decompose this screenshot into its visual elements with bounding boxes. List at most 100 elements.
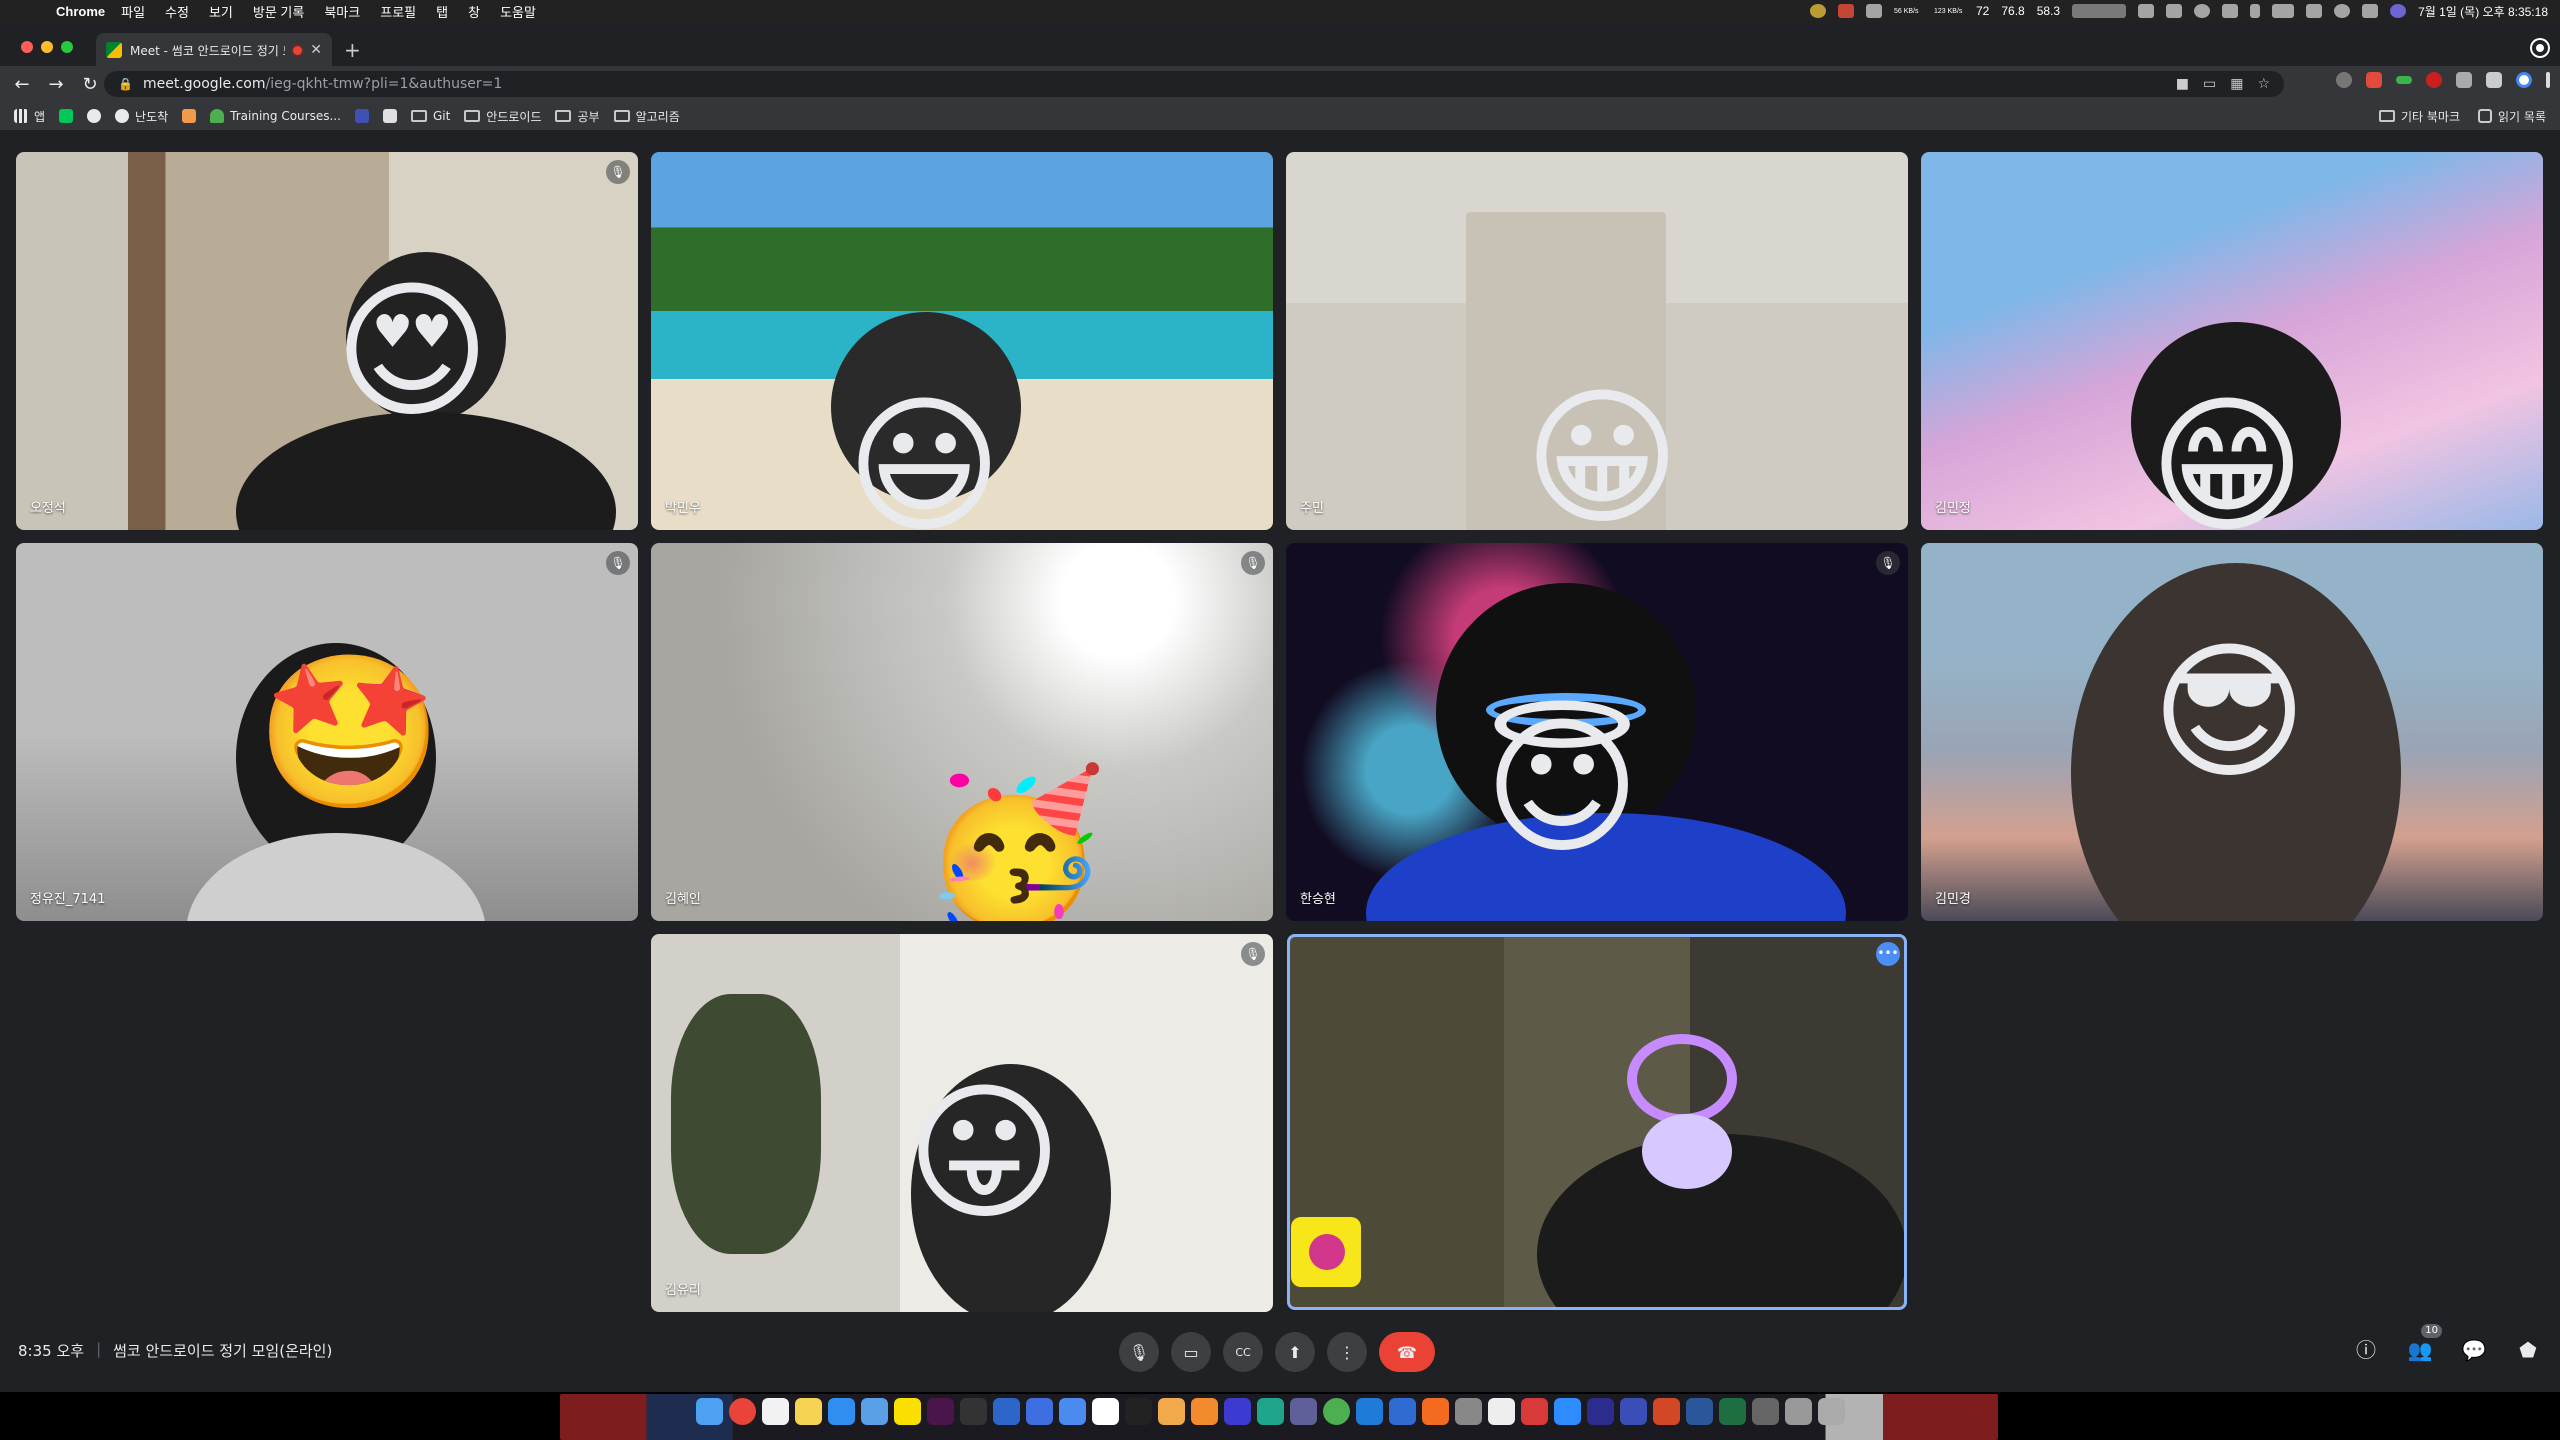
siri-icon[interactable] (2390, 4, 2407, 18)
lock-icon[interactable]: 🔒 (118, 77, 133, 91)
excel-icon[interactable] (1719, 1398, 1746, 1425)
bookmark-folder-git[interactable]: Git (410, 109, 450, 123)
figma-icon[interactable] (1125, 1398, 1152, 1425)
app-icon[interactable] (1620, 1398, 1647, 1425)
chrome-icon[interactable] (729, 1398, 756, 1425)
app-icon[interactable] (1785, 1398, 1812, 1425)
tab-meet[interactable]: Meet - 썸코 안드로이드 정기 모 ✕ (96, 33, 332, 67)
menu-edit[interactable]: 수정 (165, 2, 189, 21)
camera-in-use-icon[interactable]: ■ (2176, 76, 2189, 92)
extension-icon[interactable] (2336, 72, 2352, 88)
other-bookmarks[interactable]: 기타 북마크 (2379, 108, 2460, 125)
present-button[interactable]: ⬆ (1275, 1332, 1315, 1372)
word-icon[interactable] (1686, 1398, 1713, 1425)
app-icon[interactable] (1290, 1398, 1317, 1425)
participant-tile[interactable]: 😍 🎙 오정석 (16, 152, 638, 530)
terminal-icon[interactable] (960, 1398, 987, 1425)
app-store-icon[interactable] (828, 1398, 855, 1425)
spotlight-search-icon[interactable] (2334, 4, 2351, 18)
address-bar[interactable]: 🔒 meet.google.com /ieg-qkht-tmw?pli=1&au… (104, 71, 2284, 97)
bluetooth-icon[interactable] (2250, 4, 2261, 18)
status-app-icon[interactable] (1838, 4, 1854, 18)
battery-icon[interactable] (2272, 4, 2295, 18)
tab-close-icon[interactable]: ✕ (310, 42, 322, 58)
volume-icon[interactable] (2138, 4, 2155, 18)
menu-view[interactable]: 보기 (209, 2, 233, 21)
typora-icon[interactable] (1488, 1398, 1515, 1425)
app-icon[interactable] (1422, 1398, 1449, 1425)
trash-icon[interactable] (1818, 1398, 1845, 1425)
bookmark-difficulty[interactable]: 난도착 (115, 108, 168, 125)
window-zoom-button[interactable] (61, 41, 73, 53)
zoom-icon[interactable] (1554, 1398, 1581, 1425)
app-icon[interactable] (1158, 1398, 1185, 1425)
participant-tile[interactable]: 😇 🎙 한승현 (1286, 543, 1908, 921)
bookmark-apps[interactable]: 앱 (14, 108, 45, 125)
layout-icon[interactable] (2166, 4, 2183, 18)
menu-extra-icon[interactable] (2222, 4, 2239, 18)
intellij-icon[interactable] (1224, 1398, 1251, 1425)
activities-button[interactable]: ⬟ (2514, 1336, 2542, 1364)
new-tab-button[interactable]: + (344, 38, 361, 62)
activity-icon[interactable] (2072, 4, 2127, 18)
profile-avatar[interactable] (2516, 72, 2532, 88)
bookmark-training-courses[interactable]: Training Courses... (210, 109, 341, 123)
wifi-icon[interactable] (2306, 4, 2323, 18)
qr-code-icon[interactable]: ▦ (2230, 76, 2243, 92)
app-icon[interactable] (1026, 1398, 1053, 1425)
bookmark-fire-icon[interactable] (182, 109, 197, 123)
calendar-icon[interactable] (762, 1398, 789, 1425)
maps-icon[interactable] (1059, 1398, 1086, 1425)
menu-help[interactable]: 도움말 (500, 2, 536, 21)
menubar-app-name[interactable]: Chrome (56, 4, 105, 19)
participant-tile[interactable]: 🥳 🎙 김혜인 (651, 543, 1273, 921)
bookmark-site-icon[interactable] (382, 109, 397, 123)
cast-icon[interactable]: ▭ (2203, 76, 2216, 92)
camera-button[interactable]: ▭ (1171, 1332, 1211, 1372)
app-icon[interactable] (1587, 1398, 1614, 1425)
more-options-icon[interactable]: ••• (1876, 942, 1900, 966)
browser-menu-icon[interactable] (2546, 72, 2550, 88)
status-app-icon[interactable] (1810, 4, 1826, 18)
chat-button[interactable]: 💬 (2460, 1336, 2488, 1364)
meeting-details-button[interactable]: ⓘ (2352, 1336, 2380, 1364)
menu-history[interactable]: 방문 기록 (253, 2, 304, 21)
menubar-clock[interactable]: 7월 1일 (목) 오후 8:35:18 (2418, 3, 2548, 20)
extension-icon[interactable] (2366, 72, 2382, 88)
mail-icon[interactable] (1521, 1398, 1548, 1425)
extension-icon[interactable] (2426, 72, 2442, 88)
menu-tab[interactable]: 탭 (436, 2, 448, 21)
forward-button[interactable]: → (44, 74, 68, 95)
reload-button[interactable]: ↻ (78, 74, 102, 95)
more-options-button[interactable]: ⋮ (1327, 1332, 1367, 1372)
app-icon[interactable] (993, 1398, 1020, 1425)
participant-tile[interactable]: 🤩 🎙 정유진_7141 (16, 543, 638, 921)
menu-bookmarks[interactable]: 북마크 (324, 2, 360, 21)
finder-icon[interactable] (696, 1398, 723, 1425)
bookmark-naver-icon[interactable] (59, 109, 74, 123)
speaker-extension-icon[interactable] (2456, 72, 2472, 88)
participant-tile[interactable]: 😁 김민정 (1921, 152, 2543, 530)
notes-icon[interactable] (795, 1398, 822, 1425)
app-icon[interactable] (1191, 1398, 1218, 1425)
app-icon[interactable] (1752, 1398, 1779, 1425)
kakaotalk-icon[interactable] (894, 1398, 921, 1425)
powerpoint-icon[interactable] (1653, 1398, 1680, 1425)
bookmark-folder-android[interactable]: 안드로이드 (464, 108, 541, 125)
window-minimize-button[interactable] (41, 41, 53, 53)
captions-button[interactable]: CC (1223, 1332, 1263, 1372)
participant-tile[interactable]: 😃 박민우 (651, 152, 1273, 530)
app-icon[interactable] (1455, 1398, 1482, 1425)
extensions-puzzle-icon[interactable] (2486, 72, 2502, 88)
menu-profiles[interactable]: 프로필 (380, 2, 416, 21)
tab-search-icon[interactable] (2532, 40, 2548, 56)
bookmark-folder-study[interactable]: 공부 (555, 108, 600, 125)
bookmark-github-icon[interactable] (87, 109, 102, 123)
xcode-icon[interactable] (1389, 1398, 1416, 1425)
microphone-button[interactable]: 🎙 (1119, 1332, 1159, 1372)
vscode-icon[interactable] (1356, 1398, 1383, 1425)
menu-window[interactable]: 창 (468, 2, 480, 21)
participant-tile[interactable]: 😎 김민경 (1921, 543, 2543, 921)
participant-tile[interactable]: 😛 🎙 김유리 (651, 934, 1273, 1312)
notion-icon[interactable] (1092, 1398, 1119, 1425)
